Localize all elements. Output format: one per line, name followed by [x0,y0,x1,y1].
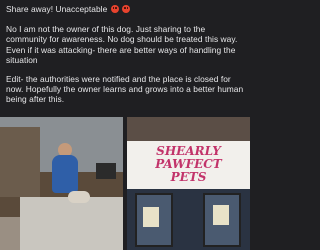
post-body: Share away! Unacceptable No I am not the… [6,4,246,114]
post-paragraph-2: No I am not the owner of this dog. Just … [6,24,238,65]
store-sign-line-1: SHEARLY PAWFECT [155,144,222,171]
post-line-1-text: Share away! Unacceptable [6,4,108,14]
person-body [52,155,78,193]
angry-face-icon [110,5,119,13]
dog [68,191,90,203]
monitor [96,163,116,179]
storefront-photo[interactable]: SHEARLY PAWFECT PETS [127,117,250,250]
store-sign-text: SHEARLY PAWFECT PETS [131,145,246,184]
post-line-1: Share away! Unacceptable [6,4,246,14]
counter [20,197,123,250]
storefront-top [127,117,250,141]
window-poster [213,205,229,225]
store-sign-line-2: PETS [170,170,207,184]
post-paragraph-3: Edit- the authorities were notified and … [6,74,244,105]
facebook-post: Share away! Unacceptable No I am not the… [0,0,250,250]
store-interior-photo[interactable] [0,117,123,250]
angry-face-icon [122,5,131,13]
window-poster [143,207,159,227]
shelf [0,127,40,197]
post-images: SHEARLY PAWFECT PETS [0,117,250,250]
